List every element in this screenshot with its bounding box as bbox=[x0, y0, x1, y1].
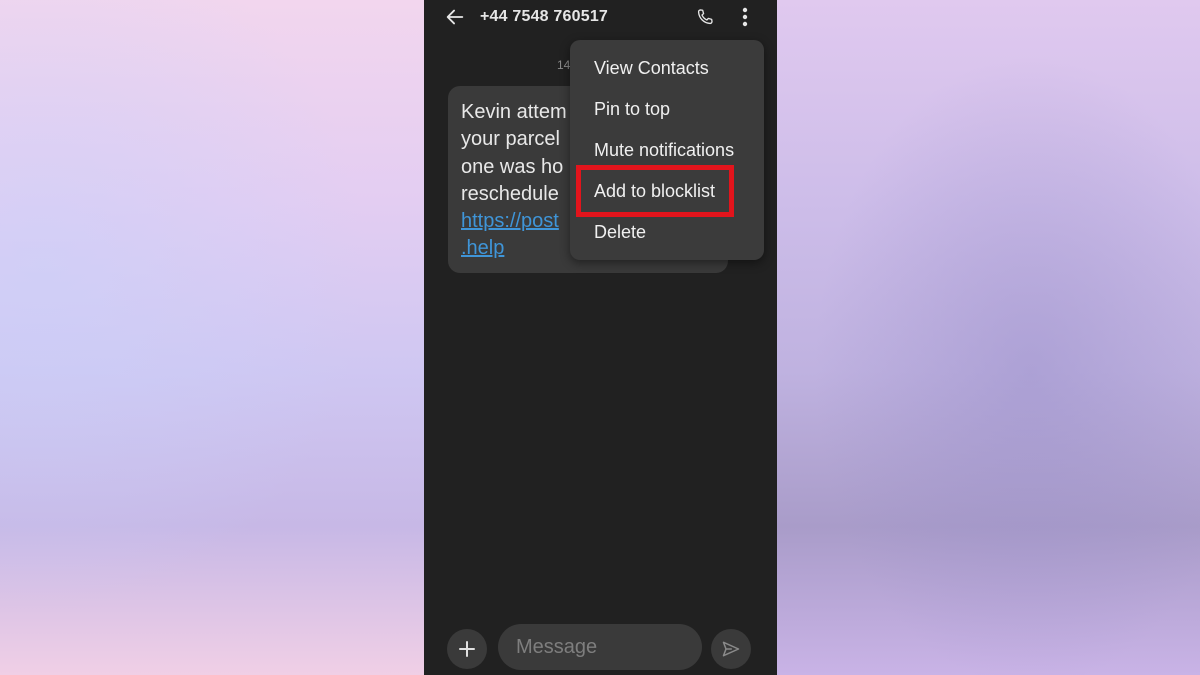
phone-icon bbox=[697, 9, 713, 25]
plus-icon bbox=[459, 641, 475, 657]
top-bar: +44 7548 760517 bbox=[424, 0, 777, 36]
menu-item-pin-to-top[interactable]: Pin to top bbox=[594, 99, 670, 120]
contact-number: +44 7548 760517 bbox=[480, 8, 609, 25]
overflow-menu: View Contacts Pin to top Mute notificati… bbox=[570, 40, 764, 260]
more-options-button[interactable] bbox=[734, 4, 756, 30]
menu-item-view-contacts[interactable]: View Contacts bbox=[594, 58, 709, 79]
background-right bbox=[776, 0, 1200, 675]
more-vert-icon bbox=[742, 7, 748, 27]
highlight-box bbox=[576, 165, 734, 217]
back-button[interactable] bbox=[442, 4, 468, 30]
send-icon bbox=[722, 641, 740, 657]
background-left bbox=[0, 0, 424, 675]
arrow-left-icon bbox=[446, 9, 464, 25]
message-composer bbox=[424, 620, 777, 675]
phone-screen: +44 7548 760517 14 Kevin attem your parc… bbox=[424, 0, 777, 675]
menu-item-delete[interactable]: Delete bbox=[594, 222, 646, 243]
message-input[interactable] bbox=[498, 624, 702, 670]
menu-item-mute-notifications[interactable]: Mute notifications bbox=[594, 140, 734, 161]
message-timestamp: 14 bbox=[557, 58, 571, 72]
call-button[interactable] bbox=[692, 4, 718, 30]
send-button[interactable] bbox=[711, 629, 751, 669]
message-link[interactable]: https://post .help bbox=[461, 208, 559, 263]
add-attachment-button[interactable] bbox=[447, 629, 487, 669]
